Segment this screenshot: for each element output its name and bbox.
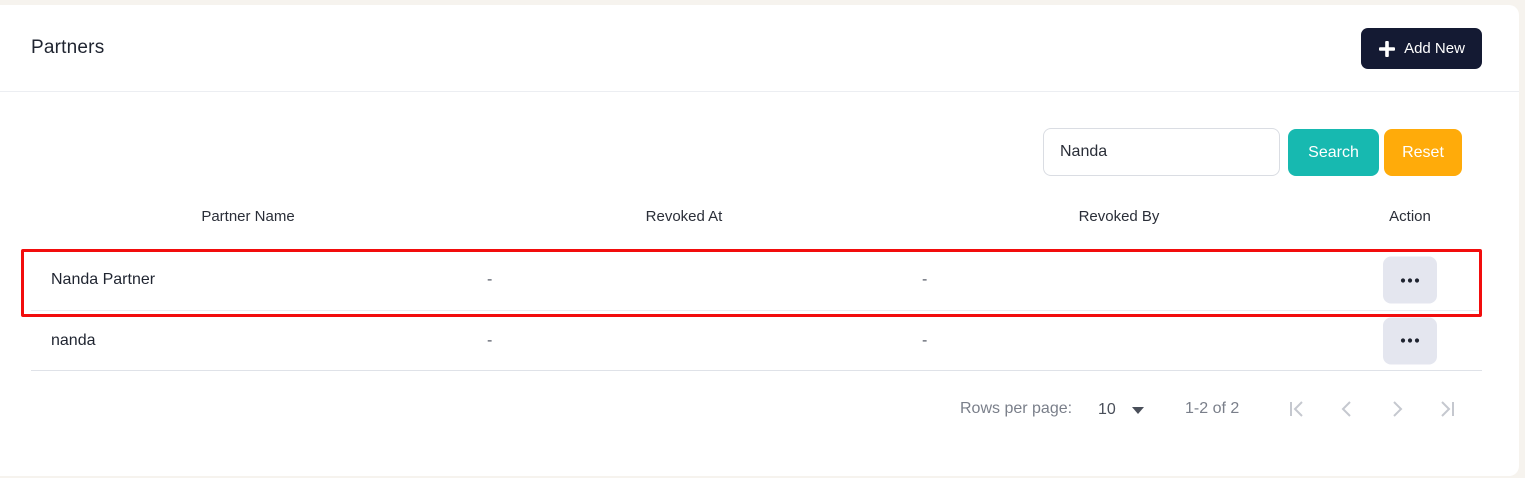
column-header-action: Action xyxy=(1389,208,1431,225)
add-new-label: Add New xyxy=(1404,40,1465,57)
rows-per-page-value: 10 xyxy=(1098,401,1116,418)
revoked-at-cell: - xyxy=(487,331,493,349)
table-row: Nanda Partner - - xyxy=(31,250,1482,310)
column-header-partner-name: Partner Name xyxy=(201,208,295,225)
search-input[interactable] xyxy=(1043,128,1280,176)
column-header-revoked-at: Revoked At xyxy=(645,208,723,225)
row-actions-button[interactable] xyxy=(1383,317,1437,364)
partner-name-cell: nanda xyxy=(51,331,96,349)
table-row: nanda - - xyxy=(31,311,1482,371)
more-horizontal-icon xyxy=(1400,338,1420,343)
search-button[interactable]: Search xyxy=(1288,129,1379,176)
rows-per-page-select[interactable]: 10 xyxy=(1098,395,1150,425)
revoked-by-cell: - xyxy=(922,271,928,288)
last-page-button[interactable] xyxy=(1436,398,1458,420)
column-header-revoked-by: Revoked By xyxy=(1078,208,1160,225)
chevron-right-icon xyxy=(1393,401,1403,417)
row-actions-button[interactable] xyxy=(1383,256,1437,304)
chevron-left-icon xyxy=(1341,401,1351,417)
rows-per-page-label: Rows per page: xyxy=(960,400,1073,417)
revoked-at-cell: - xyxy=(487,271,493,288)
revoked-by-cell: - xyxy=(922,331,928,349)
reset-button[interactable]: Reset xyxy=(1384,129,1462,176)
first-page-icon xyxy=(1290,401,1303,417)
caret-down-icon xyxy=(1131,406,1144,414)
partner-name-cell: Nanda Partner xyxy=(51,271,156,288)
previous-page-button[interactable] xyxy=(1336,398,1358,420)
first-page-button[interactable] xyxy=(1286,398,1308,420)
more-horizontal-icon xyxy=(1400,277,1420,283)
pagination-range: 1-2 of 2 xyxy=(1185,400,1240,417)
last-page-icon xyxy=(1441,401,1454,417)
next-page-button[interactable] xyxy=(1386,398,1408,420)
card-header: Partners Add New xyxy=(0,5,1519,92)
add-new-button[interactable]: Add New xyxy=(1361,28,1482,69)
plus-icon xyxy=(1379,40,1396,57)
page-title: Partners xyxy=(31,37,105,58)
